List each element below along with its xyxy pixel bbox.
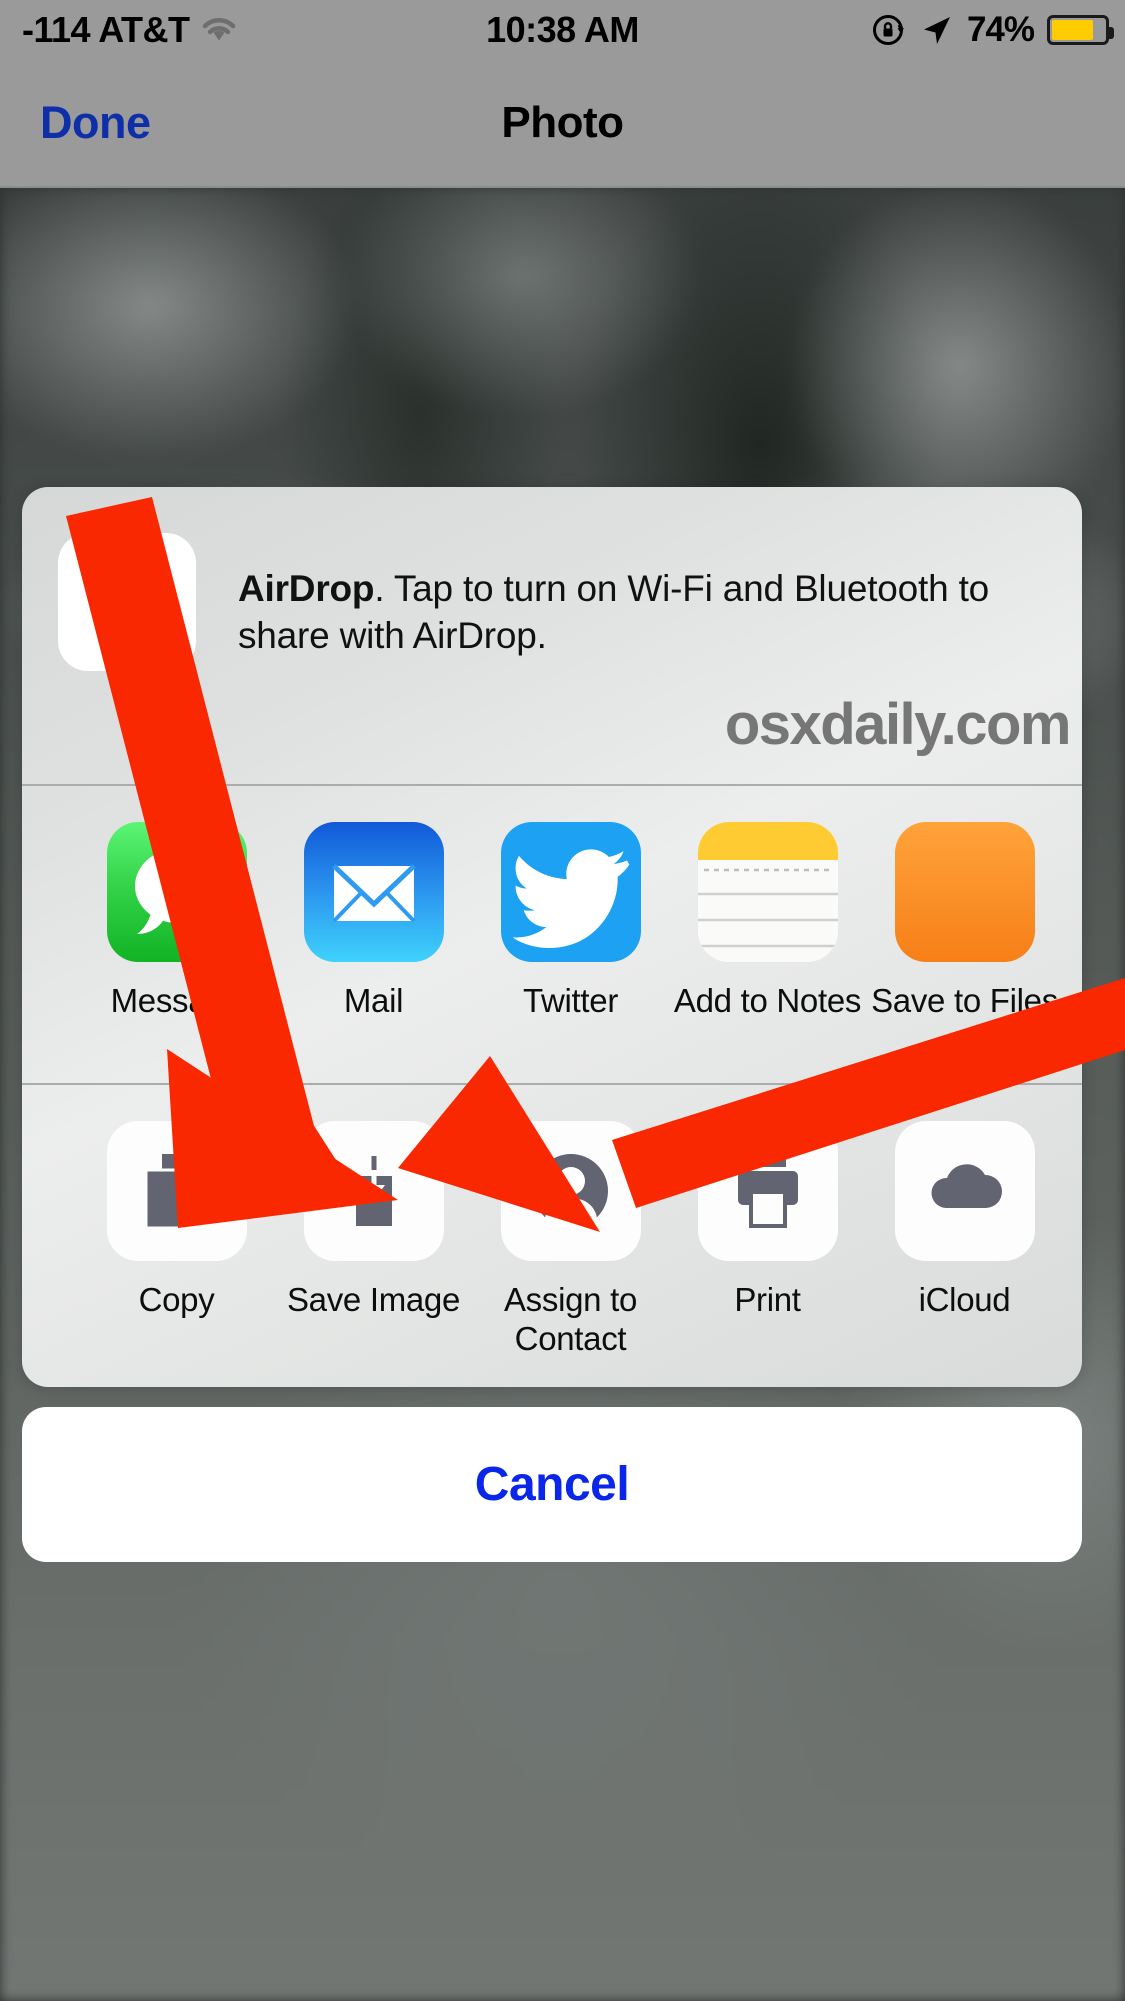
iphone-screen: -114 AT&T 10:38 AM 74% Done Photo AirDro…: [0, 0, 1125, 2001]
action-label: Print: [734, 1281, 801, 1318]
cancel-button[interactable]: Cancel: [22, 1407, 1082, 1562]
share-action-row[interactable]: Copy Save Image Assign to Contact Print …: [22, 1085, 1082, 1382]
action-label: Save Image: [286, 1281, 461, 1318]
contact-silhouette-glyph-icon: [533, 1154, 608, 1229]
battery-icon: [1047, 15, 1114, 45]
action-label: Copy: [138, 1281, 215, 1318]
airdrop-icon[interactable]: [58, 533, 196, 671]
share-target-mail[interactable]: Mail: [275, 786, 472, 1083]
share-target-add-to-notes[interactable]: Add to Notes: [669, 786, 866, 1083]
files-app-icon[interactable]: [894, 822, 1035, 962]
download-tray-glyph-icon: [355, 1156, 392, 1226]
share-target-message[interactable]: Message: [78, 786, 275, 1083]
share-target-save-to-files[interactable]: Save to Files: [866, 786, 1063, 1083]
printer-glyph-icon: [737, 1156, 798, 1228]
save-image-icon[interactable]: [303, 1121, 444, 1261]
share-target-label: Message: [110, 982, 243, 1019]
share-target-label: Mail: [343, 982, 404, 1019]
action-copy[interactable]: Copy: [78, 1085, 275, 1382]
share-target-label: Add to Notes: [673, 982, 862, 1019]
action-print[interactable]: Print: [669, 1085, 866, 1382]
status-bar-right: 74%: [871, 10, 1114, 50]
twitter-bird-glyph-icon: [512, 849, 629, 948]
assign-contact-icon[interactable]: [500, 1121, 641, 1261]
messages-app-icon[interactable]: [106, 822, 247, 962]
location-arrow-icon: [923, 17, 950, 44]
airdrop-title: AirDrop: [238, 568, 375, 609]
action-save-image[interactable]: Save Image: [275, 1085, 472, 1382]
mail-app-icon[interactable]: [303, 822, 444, 962]
copy-icon[interactable]: [106, 1121, 247, 1261]
airdrop-section[interactable]: AirDrop. Tap to turn on Wi-Fi and Blueto…: [22, 487, 1082, 784]
speech-bubble-glyph-icon: [134, 849, 219, 934]
page-title: Photo: [501, 98, 624, 147]
copy-glyph-icon: [144, 1154, 198, 1230]
share-action-track[interactable]: Copy Save Image Assign to Contact Print …: [22, 1085, 1063, 1382]
share-target-twitter[interactable]: Twitter: [472, 786, 669, 1083]
airdrop-glyph-icon: [89, 577, 165, 632]
action-label: iCloud: [918, 1281, 1011, 1318]
battery-percent-label: 74%: [966, 10, 1035, 49]
battery-fill: [1052, 20, 1094, 40]
navigation-bar: Done Photo: [0, 60, 1125, 188]
share-sheet: AirDrop. Tap to turn on Wi-Fi and Blueto…: [22, 487, 1082, 1387]
battery-nub: [1108, 27, 1114, 39]
status-bar: -114 AT&T 10:38 AM 74%: [0, 0, 1125, 60]
twitter-app-icon[interactable]: [500, 822, 641, 962]
action-label: Assign to Contact: [503, 1281, 638, 1357]
share-target-label: Twitter: [522, 982, 619, 1019]
share-target-label: Save to Files: [871, 982, 1058, 1019]
rotation-lock-icon: [872, 15, 904, 45]
printer-icon[interactable]: [697, 1121, 838, 1261]
share-app-row[interactable]: Message Mail Twitter Add to Notes Save t…: [22, 786, 1082, 1083]
envelope-glyph-icon: [331, 864, 416, 923]
cloud-glyph-icon: [930, 1164, 1002, 1208]
notes-app-icon[interactable]: [697, 822, 838, 962]
icloud-icon[interactable]: [894, 1121, 1035, 1261]
airdrop-description: AirDrop. Tap to turn on Wi-Fi and Blueto…: [238, 565, 1022, 660]
watermark-label: osxdaily.com: [724, 692, 1072, 757]
share-app-track[interactable]: Message Mail Twitter Add to Notes Save t…: [22, 786, 1063, 1083]
action-assign-to-contact[interactable]: Assign to Contact: [472, 1085, 669, 1382]
notepad-glyph-icon: [697, 822, 838, 962]
action-icloud[interactable]: iCloud: [866, 1085, 1063, 1382]
